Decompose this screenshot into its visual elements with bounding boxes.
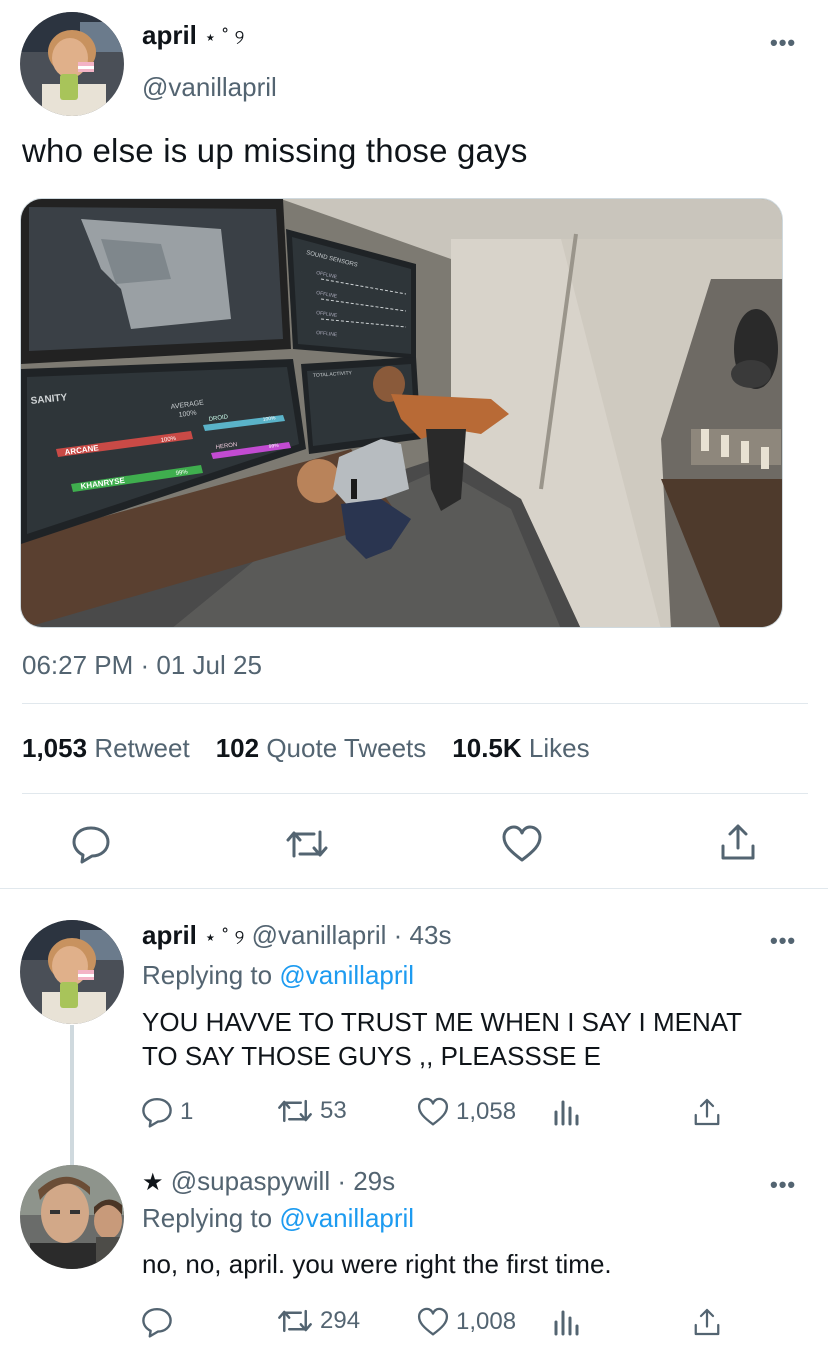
reply-display-name[interactable]: april	[142, 920, 197, 950]
reply-icon[interactable]	[70, 824, 112, 869]
replying-to-link[interactable]: @vanillapril	[279, 960, 414, 990]
like-icon[interactable]	[500, 824, 544, 869]
name-decoration: ⋆ ˚ ୨	[204, 27, 245, 49]
tweet-image[interactable]: SANITY AVERAGE 100% ARCANE 100% KHANRYSE…	[20, 198, 783, 628]
display-name[interactable]: april	[142, 20, 197, 50]
tweet-text: who else is up missing those gays	[22, 132, 528, 169]
retweets-count: 1,053	[22, 733, 88, 763]
like-count: 1,058	[456, 1098, 517, 1125]
thread-connector	[70, 1025, 74, 1165]
tweet-stats: 1,053 Retweet 102 Quote Tweets 10.5K Lik…	[22, 733, 590, 764]
reply-time[interactable]: · 43s	[394, 920, 452, 950]
retweet-count: 53	[320, 1097, 347, 1124]
analytics-icon[interactable]	[552, 1098, 582, 1126]
reply-text-line: YOU HAVVE TO TRUST ME WHEN I SAY I MENAT	[142, 1007, 743, 1037]
more-icon[interactable]: •••	[770, 30, 796, 56]
tweet-timestamp[interactable]: 06:27 PM · 01 Jul 25	[22, 650, 262, 681]
retweet-icon	[278, 1099, 312, 1123]
reply-button[interactable]: 1	[140, 1096, 193, 1128]
divider	[22, 703, 808, 704]
reply-icon	[142, 1098, 172, 1128]
reply-time[interactable]: · 29s	[337, 1166, 395, 1196]
retweet-button[interactable]: 294	[276, 1306, 360, 1336]
reply-icon	[142, 1308, 172, 1338]
game-screenshot: SANITY AVERAGE 100% ARCANE 100% KHANRYSE…	[21, 199, 782, 627]
reply-actions: 294 1,008	[140, 1306, 740, 1342]
more-icon[interactable]: •••	[770, 928, 796, 954]
reply-text: YOU HAVVE TO TRUST ME WHEN I SAY I MENAT…	[142, 1005, 742, 1073]
reply-text: no, no, april. you were right the first …	[142, 1249, 612, 1279]
quotes-count: 102	[215, 733, 260, 763]
share-icon[interactable]	[692, 1096, 722, 1128]
reply-count: 1	[180, 1098, 194, 1125]
more-icon[interactable]: •••	[770, 1172, 796, 1198]
reply-display-name[interactable]: ★	[142, 1169, 164, 1196]
retweet-icon[interactable]	[284, 826, 330, 867]
replying-prefix: Replying to	[142, 1203, 273, 1233]
divider	[0, 888, 828, 889]
share-icon[interactable]	[718, 822, 758, 867]
handle[interactable]: @vanillapril	[142, 72, 277, 103]
retweet-count: 294	[320, 1307, 361, 1334]
retweet-button[interactable]: 53	[276, 1096, 347, 1126]
reply-button[interactable]	[140, 1306, 180, 1338]
replying-to: Replying to @vanillapril	[142, 960, 414, 991]
divider	[22, 793, 808, 794]
analytics-icon[interactable]	[552, 1308, 582, 1336]
quotes-label: Quote Tweets	[266, 733, 427, 763]
likes-label: Likes	[528, 733, 590, 763]
replying-prefix: Replying to	[142, 960, 273, 990]
reply-actions: 1 53 1,058	[140, 1096, 740, 1132]
like-button[interactable]: 1,008	[416, 1306, 516, 1338]
reply-handle[interactable]: @supaspywill	[171, 1166, 330, 1196]
retweets-stat[interactable]: 1,053 Retweet	[22, 733, 190, 764]
replying-to-link[interactable]: @vanillapril	[279, 1203, 414, 1233]
name-decoration: ⋆ ˚ ୨	[204, 927, 245, 949]
like-icon	[417, 1307, 449, 1336]
reply-handle[interactable]: @vanillapril	[252, 920, 387, 950]
share-icon[interactable]	[692, 1306, 722, 1338]
reply-author-line: ★ @supaspywill · 29s	[142, 1166, 395, 1197]
retweets-label: Retweet	[94, 733, 190, 763]
quotes-stat[interactable]: 102 Quote Tweets	[216, 733, 427, 764]
reply-avatar[interactable]	[20, 920, 124, 1024]
like-button[interactable]: 1,058	[416, 1096, 516, 1128]
reply-author-line: april ⋆ ˚ ୨ @vanillapril · 43s	[142, 920, 451, 951]
tweet-actions	[0, 820, 828, 868]
like-icon	[417, 1097, 449, 1126]
likes-count: 10.5K	[452, 733, 522, 763]
likes-stat[interactable]: 10.5K Likes	[452, 733, 589, 764]
avatar[interactable]	[20, 12, 124, 116]
reply-avatar[interactable]	[20, 1165, 124, 1269]
retweet-icon	[278, 1309, 312, 1333]
like-count: 1,008	[456, 1308, 517, 1335]
replying-to: Replying to @vanillapril	[142, 1203, 414, 1234]
author-line: april ⋆ ˚ ୨	[142, 20, 244, 51]
reply-text-line: TO SAY THOSE GUYS ,, PLEASSSE E	[142, 1041, 602, 1071]
